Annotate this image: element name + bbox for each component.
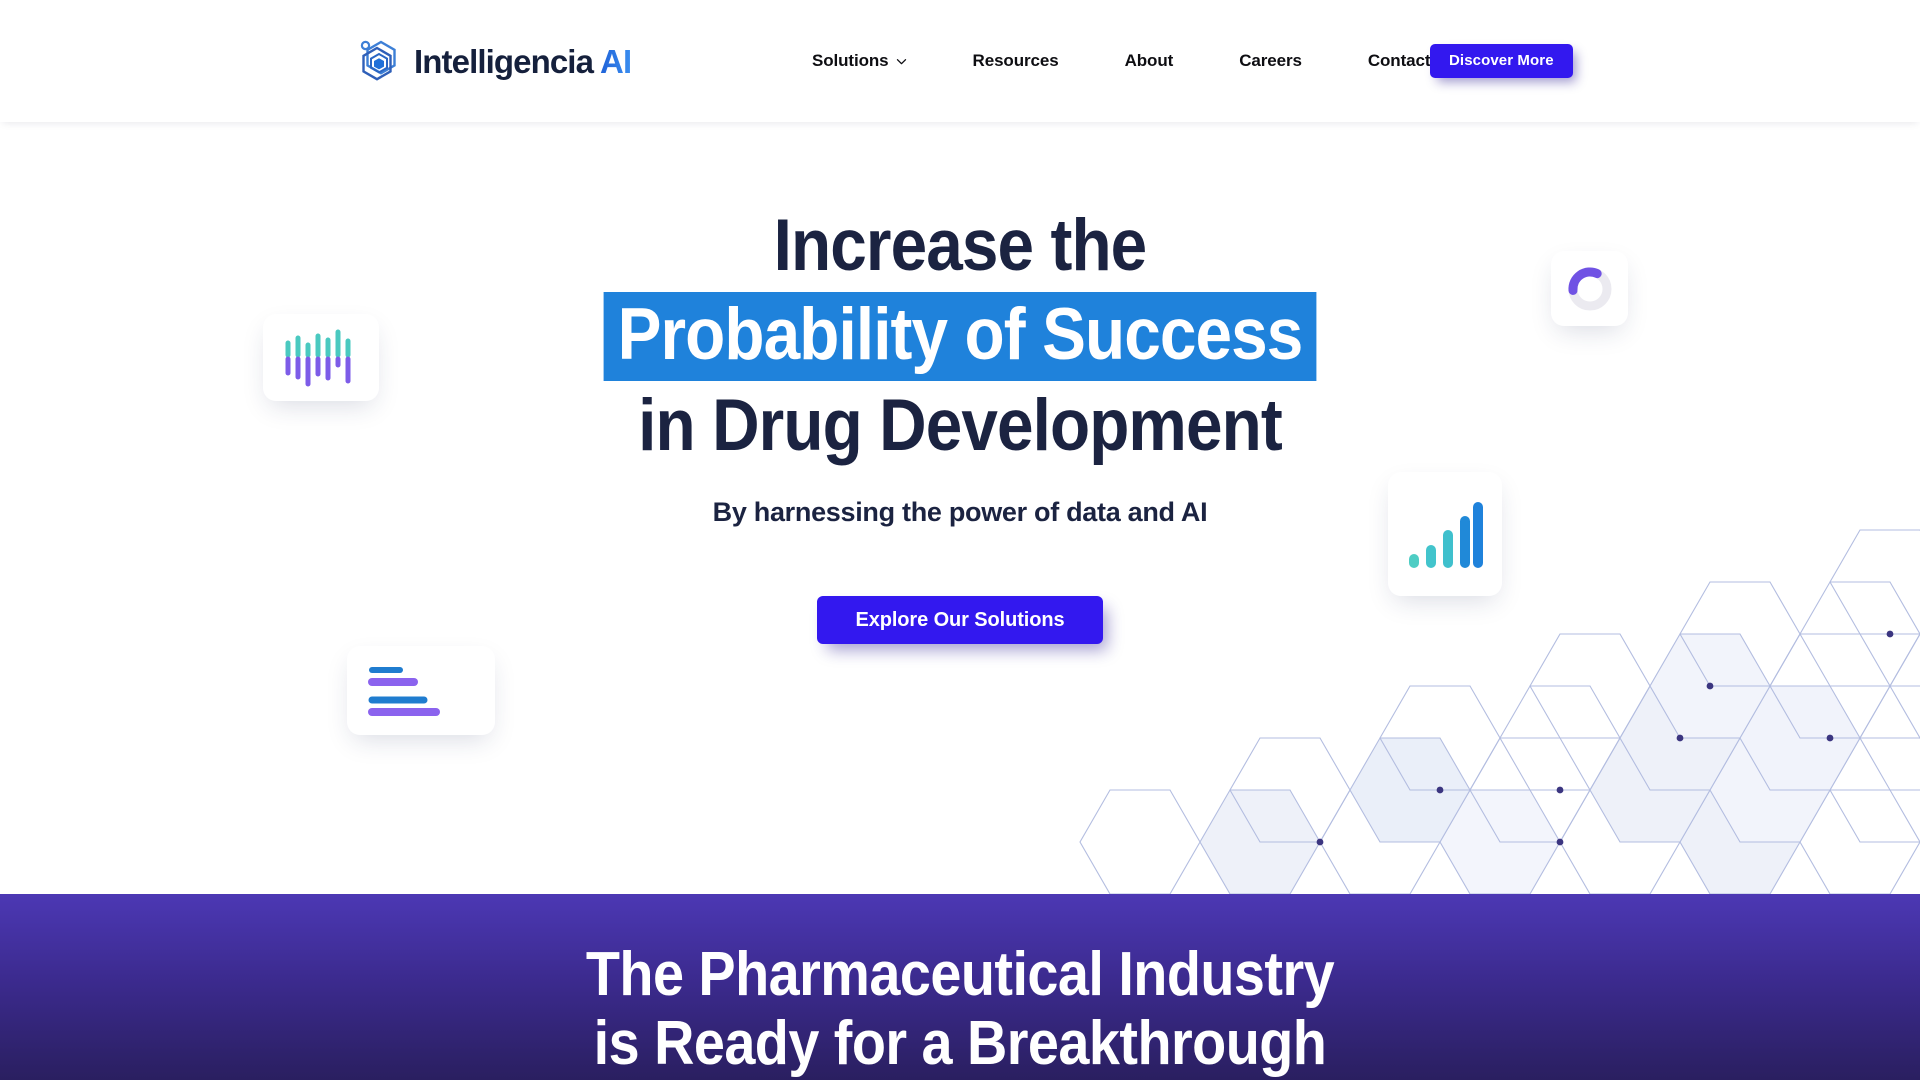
nav-item-careers[interactable]: Careers [1206, 51, 1335, 71]
logo-text: Intelligencia AI [414, 42, 632, 80]
nav-item-solutions[interactable]: Solutions [812, 51, 940, 71]
horizontal-bars-icon [368, 666, 440, 716]
hexagon-molecule-icon [360, 40, 396, 81]
nav-item-resources[interactable]: Resources [940, 51, 1092, 71]
hero-section: Increase the Probability of Success in D… [0, 122, 1920, 894]
logo-accent: AI [600, 42, 632, 80]
nav-item-about[interactable]: About [1092, 51, 1207, 71]
headline-highlight: Probability of Success [603, 292, 1317, 382]
hero-content: Increase the Probability of Success in D… [0, 122, 1920, 645]
hero-headline: Increase the Probability of Success in D… [96, 208, 1824, 463]
list-bars-card [347, 646, 495, 735]
logo[interactable]: Intelligencia AI [357, 36, 632, 86]
main-navigation: Solutions Resources About Careers Contac… [812, 51, 1463, 71]
nav-label: Solutions [812, 51, 889, 70]
nav-label: About [1124, 51, 1174, 70]
nav-label: Resources [972, 51, 1059, 70]
promo-section: The Pharmaceutical Industry is Ready for… [0, 894, 1920, 1080]
headline-line-3: in Drug Development [638, 385, 1283, 467]
site-header: Intelligencia AI Solutions Resources Abou… [0, 0, 1920, 122]
promo-line-1: The Pharmaceutical Industry [585, 940, 1335, 1009]
nav-label: Contact [1367, 51, 1431, 70]
logo-name: Intelligencia [414, 42, 594, 80]
discover-more-button[interactable]: Discover More [1430, 44, 1573, 78]
hero-subheadline: By harnessing the power of data and AI [712, 497, 1208, 528]
promo-line-2: is Ready for a Breakthrough [593, 1009, 1327, 1079]
headline-line-1: Increase the [773, 205, 1148, 286]
explore-solutions-button[interactable]: Explore Our Solutions [817, 596, 1103, 645]
chevron-down-icon [896, 58, 906, 64]
promo-heading: The Pharmaceutical Industry is Ready for… [96, 940, 1824, 1079]
nav-label: Careers [1239, 51, 1302, 70]
